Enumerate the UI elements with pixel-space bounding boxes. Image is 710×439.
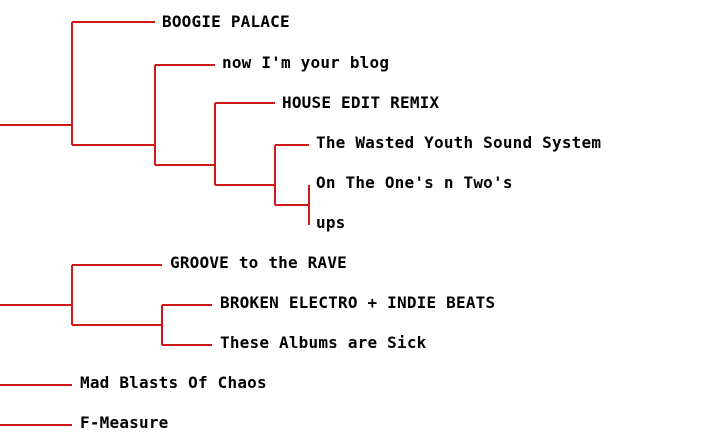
- node-broken-electro[interactable]: BROKEN ELECTRO + INDIE BEATS: [220, 293, 495, 313]
- node-ups[interactable]: ups: [316, 213, 346, 233]
- node-these-albums[interactable]: These Albums are Sick: [220, 333, 427, 353]
- node-f-measure[interactable]: F-Measure: [80, 413, 169, 433]
- node-groove-to-the-rave[interactable]: GROOVE to the RAVE: [170, 253, 347, 273]
- node-mad-blasts[interactable]: Mad Blasts Of Chaos: [80, 373, 267, 393]
- node-house-edit-remix[interactable]: HOUSE EDIT REMIX: [282, 93, 439, 113]
- link-tree-diagram: BOOGIE PALACE now I'm your blog HOUSE ED…: [0, 0, 710, 439]
- node-ones-n-twos[interactable]: On The One's n Two's: [316, 173, 513, 193]
- node-wasted-youth[interactable]: The Wasted Youth Sound System: [316, 133, 601, 153]
- node-boogie-palace[interactable]: BOOGIE PALACE: [162, 12, 290, 32]
- node-now-im-your-blog[interactable]: now I'm your blog: [222, 53, 389, 73]
